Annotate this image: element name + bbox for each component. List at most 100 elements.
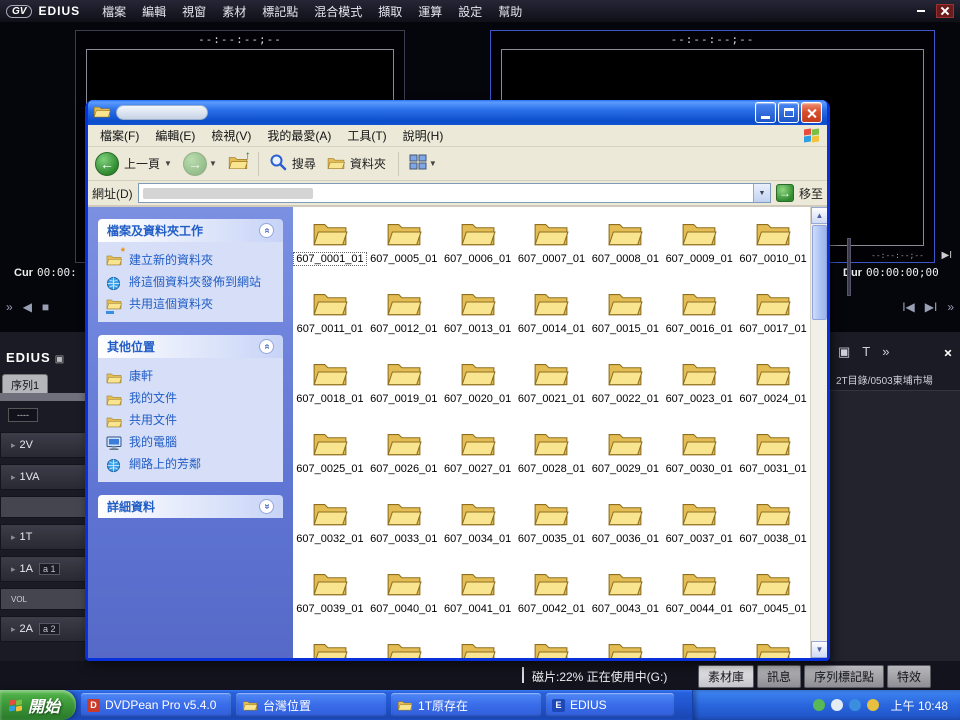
scrollbar-thumb[interactable] [812, 225, 827, 320]
folder-item[interactable]: 607_0010_01 [736, 213, 810, 283]
folder-item[interactable]: 607_0029_01 [588, 423, 662, 493]
folder-item[interactable]: 607_0036_01 [588, 493, 662, 563]
file-task-item[interactable]: *建立新的資料夾 [106, 250, 275, 272]
file-tasks-header[interactable]: 檔案及資料夾工作 « [98, 219, 283, 242]
folder-item[interactable]: 607_0017_01 [736, 283, 810, 353]
search-button[interactable]: 搜尋 [266, 151, 321, 176]
up-button[interactable]: ↑ [225, 152, 251, 175]
folder-item[interactable]: 607_0018_01 [293, 353, 367, 423]
place-item[interactable]: 我的文件 [106, 388, 275, 410]
tab-message[interactable]: 訊息 [757, 665, 801, 688]
edius-menu-item[interactable]: 設定 [450, 2, 490, 21]
go-button[interactable]: → [776, 184, 794, 202]
folder-item[interactable]: 607_0012_01 [367, 283, 441, 353]
folder-item[interactable]: 607_0033_01 [367, 493, 441, 563]
folder-item[interactable]: 607_0019_01 [367, 353, 441, 423]
folder-item[interactable]: 607_0044_01 [662, 563, 736, 633]
details-header[interactable]: 詳細資料 « [98, 495, 283, 518]
app-minimize-button[interactable] [912, 4, 930, 18]
tray-icon[interactable] [831, 699, 843, 711]
folder-item[interactable]: 607_0013_01 [441, 283, 515, 353]
panel-scrollbar[interactable] [847, 238, 851, 296]
go-to-end-icon[interactable]: ▶I [942, 250, 952, 261]
address-dropdown-icon[interactable]: ▼ [753, 184, 770, 202]
explorer-menu-item[interactable]: 檔案(F) [92, 125, 147, 146]
edius-menu-item[interactable]: 幫助 [490, 2, 530, 21]
app-close-button[interactable] [936, 4, 954, 18]
panel-close-icon[interactable] [944, 345, 952, 360]
edius-menu-item[interactable]: 視窗 [174, 2, 214, 21]
taskbar-edius-button[interactable]: EEDIUS [546, 693, 674, 717]
folder-item[interactable]: 607_0032_01 [293, 493, 367, 563]
edius-menu-item[interactable]: 編輯 [134, 2, 174, 21]
edius-menu-item[interactable]: 檔案 [94, 2, 134, 21]
folders-button[interactable]: 資料夾 [324, 153, 391, 175]
scroll-down-button[interactable]: ▼ [811, 641, 827, 658]
folder-item[interactable]: 607_0016_01 [662, 283, 736, 353]
folder-item[interactable]: 607_0009_01 [662, 213, 736, 283]
explorer-menu-item[interactable]: 說明(H) [395, 125, 452, 146]
folder-item[interactable]: 607_0015_01 [588, 283, 662, 353]
folder-item[interactable] [441, 633, 515, 658]
tab-effects[interactable]: 特效 [887, 665, 931, 688]
views-dropdown-icon[interactable]: ▼ [429, 159, 437, 168]
folder-item[interactable]: 607_0031_01 [736, 423, 810, 493]
folder-item[interactable]: 607_0041_01 [441, 563, 515, 633]
file-task-item[interactable]: 將這個資料夾發佈到網站 [106, 272, 275, 294]
back-button[interactable]: ← 上一頁 ▼ [92, 150, 177, 178]
explorer-menu-item[interactable]: 工具(T) [339, 125, 394, 146]
edius-menu-item[interactable]: 擷取 [370, 2, 410, 21]
more-tools-icon[interactable]: » [882, 344, 889, 360]
folder-item[interactable]: 607_0030_01 [662, 423, 736, 493]
folder-item[interactable]: 607_0011_01 [293, 283, 367, 353]
folder-item[interactable]: 607_0045_01 [736, 563, 810, 633]
track-header-1t[interactable]: ▸1T [0, 524, 86, 550]
folder-item[interactable]: 607_0014_01 [515, 283, 589, 353]
place-item[interactable]: 共用文件 [106, 410, 275, 432]
go-label[interactable]: 移至 [799, 185, 823, 202]
other-places-header[interactable]: 其他位置 « [98, 335, 283, 358]
start-button[interactable]: 開始 [0, 690, 76, 720]
back-dropdown-icon[interactable]: ▼ [164, 159, 172, 168]
explorer-menu-item[interactable]: 檢視(V) [203, 125, 259, 146]
folder-item[interactable]: 607_0042_01 [515, 563, 589, 633]
views-button[interactable]: ▼ [406, 152, 442, 175]
explorer-menu-item[interactable]: 我的最愛(A) [259, 125, 339, 146]
edius-menu-item[interactable]: 運算 [410, 2, 450, 21]
place-item[interactable]: 網路上的芳鄰 [106, 454, 275, 476]
folder-item[interactable]: 607_0021_01 [515, 353, 589, 423]
folder-item[interactable]: 607_0022_01 [588, 353, 662, 423]
forward-dropdown-icon[interactable]: ▼ [209, 159, 217, 168]
transport-button[interactable]: ■ [42, 300, 49, 314]
edius-menu-item[interactable]: 素材 [214, 2, 254, 21]
track-header-2a[interactable]: ▸2Aa 2 [0, 616, 86, 642]
folder-item[interactable]: 607_0043_01 [588, 563, 662, 633]
track-header-2v[interactable]: ▸2V [0, 432, 86, 458]
folder-item[interactable]: 607_0034_01 [441, 493, 515, 563]
folder-item[interactable]: 607_0001_01 [293, 213, 367, 283]
address-input[interactable]: ▼ [138, 183, 771, 203]
folder-item[interactable] [293, 633, 367, 658]
tab-asset-bin[interactable]: 素材庫 [698, 665, 754, 688]
folder-item[interactable]: 607_0027_01 [441, 423, 515, 493]
folder-item[interactable]: 607_0028_01 [515, 423, 589, 493]
tray-icon[interactable] [813, 699, 825, 711]
timeline-mode-dropdown[interactable]: ---- [8, 408, 38, 422]
forward-button[interactable]: → ▼ [180, 150, 222, 178]
folder-item[interactable] [367, 633, 441, 658]
folder-item[interactable]: 607_0006_01 [441, 213, 515, 283]
folder-item[interactable]: 607_0023_01 [662, 353, 736, 423]
edius-menu-item[interactable]: 標記點 [254, 2, 306, 21]
folder-item[interactable]: 607_0025_01 [293, 423, 367, 493]
folder-item[interactable] [588, 633, 662, 658]
window-titlebar[interactable] [88, 100, 827, 125]
place-item[interactable]: 我的電腦 [106, 432, 275, 454]
edius-menu-item[interactable]: 混合模式 [306, 2, 370, 21]
transport-button[interactable]: ◀ [23, 300, 32, 314]
folder-item[interactable]: 607_0008_01 [588, 213, 662, 283]
taskbar-taiwan-folder-button[interactable]: 台灣位置 [236, 693, 386, 717]
folder-item[interactable]: 607_0039_01 [293, 563, 367, 633]
taskbar-dvdpean-button[interactable]: DDVDPean Pro v5.4.0 [81, 693, 231, 717]
explorer-menu-item[interactable]: 編輯(E) [147, 125, 203, 146]
place-item[interactable]: 康軒 [106, 366, 275, 388]
